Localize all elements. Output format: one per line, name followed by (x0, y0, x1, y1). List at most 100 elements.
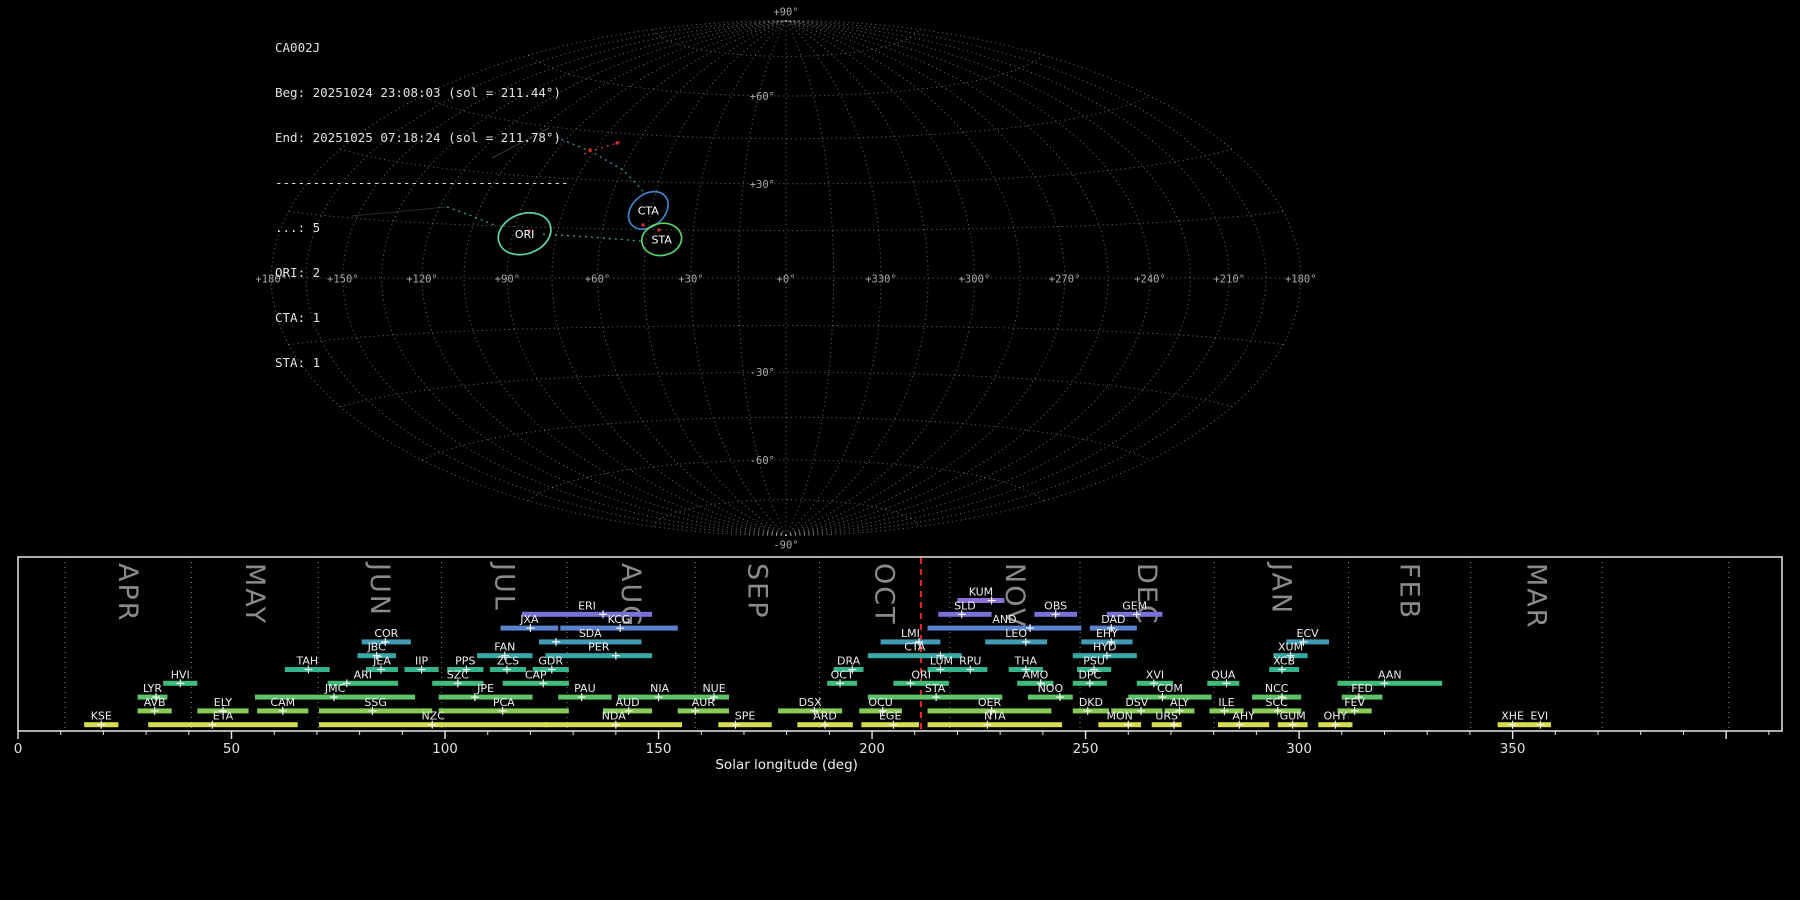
shower-code-label: COM (1157, 682, 1183, 695)
shower-code-label: ETA (213, 710, 234, 723)
ecliptic-latitude-label: +90° (773, 7, 798, 19)
shower-code-label: ELY (214, 696, 233, 709)
station-id: CA002J (275, 40, 569, 55)
shower-code-label: AUR (692, 696, 716, 709)
shower-code-label: LMI (901, 627, 920, 640)
end-time-line: End: 20251025 07:18:24 (sol = 211.78°) (275, 130, 569, 145)
meteor-point (642, 224, 645, 227)
month-label: FEB (1394, 563, 1425, 620)
x-axis-tick-label: 150 (646, 741, 672, 757)
shower-code-label: ECV (1297, 627, 1320, 640)
shower-code-label: SZC (447, 668, 470, 681)
shower-activity-bar (1218, 722, 1269, 727)
shower-activity-bar (522, 612, 652, 617)
ecliptic-latitude-label: -60° (750, 455, 775, 467)
x-axis-tick-label: 50 (223, 741, 240, 757)
shower-code-label: IIP (415, 655, 428, 668)
meteor-track (556, 137, 644, 192)
shower-activity-bar (439, 695, 533, 700)
shower-code-label: AHY (1232, 710, 1255, 723)
shower-code-label: NIA (650, 682, 669, 695)
shower-code-label: SPE (735, 710, 756, 723)
shower-code-label: SCC (1265, 696, 1288, 709)
radiant-label-sta: STA (651, 233, 672, 246)
x-axis-tick-label: 300 (1286, 741, 1312, 757)
shower-code-label: EHY (1096, 627, 1118, 640)
shower-code-label: PSU (1083, 655, 1105, 668)
observation-info-panel: CA002J Beg: 20251024 23:08:03 (sol = 211… (275, 10, 569, 400)
shower-code-label: JXA (519, 613, 539, 626)
shower-code-label: XVI (1146, 668, 1164, 681)
count-unclassified: ...: 5 (275, 220, 569, 235)
shower-code-label: ZCS (497, 655, 519, 668)
shower-code-label: LUM (930, 655, 953, 668)
shower-code-label: LYR (143, 682, 162, 695)
radiant-label-cta: CTA (638, 204, 660, 217)
x-axis-tick-label: 250 (1073, 741, 1099, 757)
shower-code-label: DAD (1101, 613, 1125, 626)
meteor-point (589, 149, 592, 152)
shower-code-label: ALY (1170, 696, 1189, 709)
shower-code-label: CAM (270, 696, 295, 709)
shower-code-label: AUD (616, 696, 640, 709)
shower-code-label: URS (1155, 710, 1178, 723)
ecliptic-longitude-label: +210° (1213, 274, 1245, 286)
shower-code-label: STA (925, 682, 946, 695)
shower-code-label: JMC (324, 682, 346, 695)
month-label: APR (112, 563, 143, 623)
month-label: OCT (869, 563, 900, 626)
shower-code-label: PCA (493, 696, 515, 709)
shower-code-label: AMO (1023, 668, 1049, 681)
shower-code-label: EVI (1530, 710, 1548, 723)
shower-code-label: PPS (455, 655, 475, 668)
shower-code-label: DSX (799, 696, 822, 709)
shower-code-label: KCG (608, 613, 631, 626)
shower-activity-bar (148, 722, 297, 727)
x-axis-tick-label: 100 (432, 741, 458, 757)
shower-code-label: HYD (1093, 641, 1116, 654)
shower-code-label: FEV (1344, 696, 1365, 709)
shower-code-label: XHE (1501, 710, 1524, 723)
shower-code-label: RPU (959, 655, 981, 668)
shower-code-label: NZC (422, 710, 446, 723)
shower-code-label: LEO (1005, 627, 1027, 640)
ecliptic-longitude-label: +240° (1134, 274, 1166, 286)
ecliptic-longitude-label: +180° (1285, 274, 1317, 286)
shower-code-label: OBS (1044, 599, 1067, 612)
x-axis-tick-label: 0 (14, 741, 23, 757)
shower-code-label: ARD (813, 710, 837, 723)
shower-code-label: DKD (1079, 696, 1103, 709)
x-axis-tick-label: 200 (859, 741, 885, 757)
shower-code-label: ORI (911, 668, 931, 681)
shower-activity-bar (718, 722, 771, 727)
x-axis-tick-label: 350 (1500, 741, 1526, 757)
shower-activity-bar (503, 681, 569, 686)
activity-timeline-chart: APRMAYJUNJULAUGSEPOCTNOVDECJANFEBMARKUME… (0, 555, 1800, 900)
shower-code-label: GEM (1122, 599, 1147, 612)
shower-code-label: DPC (1078, 668, 1101, 681)
shower-code-label: COR (374, 627, 398, 640)
ecliptic-latitude-label: -30° (750, 367, 775, 379)
count-ori: ORI: 2 (275, 265, 569, 280)
shower-code-label: FED (1351, 682, 1373, 695)
shower-code-label: JBC (367, 641, 387, 654)
shower-code-label: FAN (494, 641, 515, 654)
count-cta: CTA: 1 (275, 310, 569, 325)
month-label: JUL (488, 561, 519, 612)
shower-code-label: ERI (578, 599, 596, 612)
shower-code-label: SLD (954, 599, 976, 612)
month-label: JUN (364, 561, 395, 617)
shower-code-label: TAH (295, 655, 318, 668)
sky-map: ORICTASTA+180°+150°+120°+90°+60°+30°+0°+… (0, 0, 1800, 555)
shower-code-label: NOO (1038, 682, 1064, 695)
shower-code-label: AND (992, 613, 1016, 626)
x-axis-title: Solar longitude (deg) (715, 757, 858, 773)
ecliptic-longitude-label: +270° (1049, 274, 1081, 286)
ecliptic-latitude-label: +60° (750, 91, 775, 103)
shower-code-label: QUA (1211, 668, 1236, 681)
shower-code-label: JEA (372, 655, 391, 668)
shower-code-label: DSV (1125, 696, 1148, 709)
shower-code-label: DRA (837, 655, 861, 668)
month-label: MAR (1521, 563, 1552, 630)
shower-activity-bar (678, 708, 729, 713)
